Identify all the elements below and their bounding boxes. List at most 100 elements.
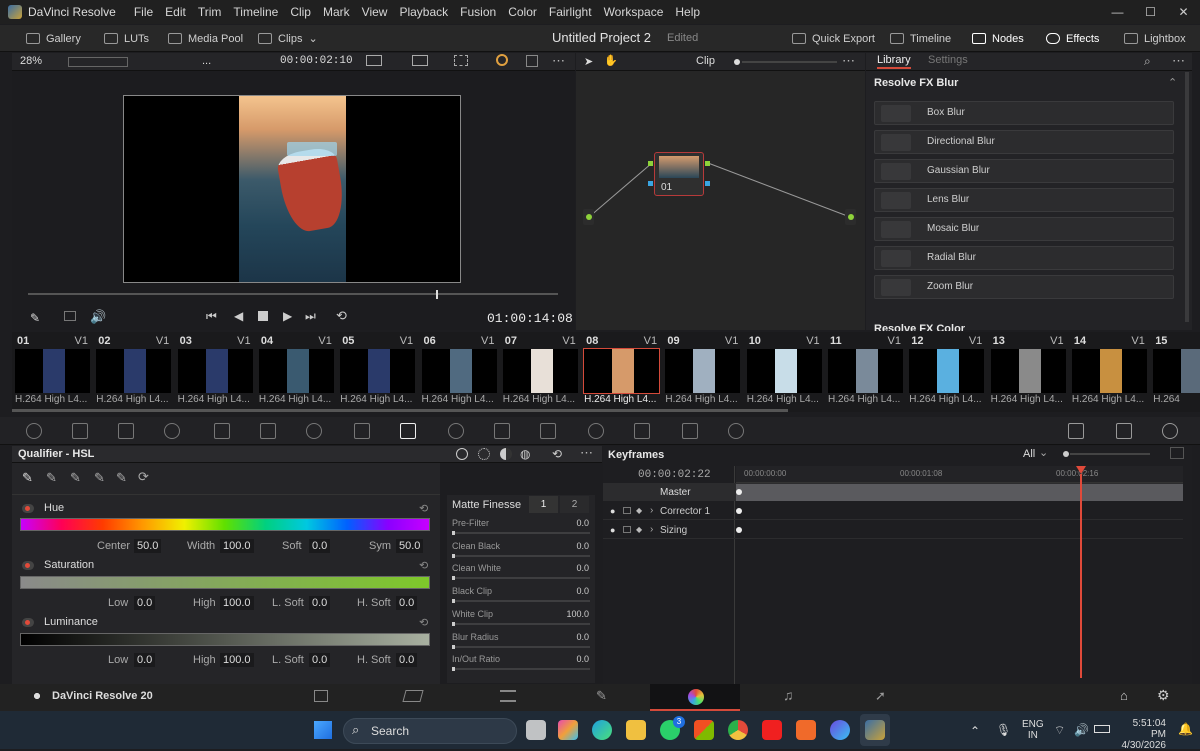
node-zoom-slider-handle[interactable] bbox=[734, 59, 740, 65]
viewer-mode-icon[interactable] bbox=[366, 55, 382, 66]
wifi-icon[interactable]: ⌔ bbox=[1054, 723, 1065, 738]
edge-icon[interactable] bbox=[592, 720, 612, 740]
loop-icon[interactable]: ⟲ bbox=[336, 308, 347, 324]
clip-thumbnail-14[interactable]: 14 V1 H.264 High L4... bbox=[1070, 333, 1149, 407]
nodes-toggle[interactable]: Nodes bbox=[972, 25, 1024, 52]
maximize-button[interactable]: ☐ bbox=[1134, 0, 1167, 24]
luts-button[interactable]: LUTs bbox=[104, 25, 149, 52]
matte-row-value[interactable]: 0.0 bbox=[552, 632, 589, 642]
fusion-page-icon[interactable]: ✎ bbox=[596, 688, 607, 704]
hsl-mode-icon[interactable] bbox=[456, 448, 468, 460]
minimize-button[interactable]: — bbox=[1101, 0, 1134, 24]
safe-area-icon[interactable] bbox=[454, 55, 468, 66]
clips-button[interactable]: Clips ⌄ bbox=[258, 25, 318, 52]
kf-expand-icon[interactable] bbox=[1170, 447, 1184, 459]
luminance-toggle[interactable] bbox=[22, 618, 34, 627]
saturation-toggle[interactable] bbox=[22, 561, 34, 570]
gear-icon[interactable]: ⚙ bbox=[1157, 687, 1170, 704]
clips-scrollbar[interactable] bbox=[12, 409, 788, 412]
clip-thumbnail-15[interactable]: 15 H.264 bbox=[1151, 333, 1200, 407]
rgb-mode-icon[interactable] bbox=[478, 448, 490, 460]
media-page-icon[interactable] bbox=[314, 690, 328, 702]
edit-page-icon[interactable] bbox=[500, 690, 516, 702]
lum-hsoft-input[interactable]: 0.0 bbox=[396, 653, 418, 667]
hue-width-input[interactable]: 100.0 bbox=[220, 539, 254, 553]
play-icon[interactable]: ▶ bbox=[283, 309, 292, 323]
matte-row-slider[interactable] bbox=[452, 553, 590, 558]
kf-enable-dot-icon[interactable]: ● bbox=[610, 525, 615, 535]
menu-color[interactable]: Color bbox=[502, 0, 543, 24]
microphone-icon[interactable]: 🎙 bbox=[996, 723, 1011, 737]
node-output-dot[interactable] bbox=[705, 161, 710, 166]
keyframes-icon[interactable] bbox=[1068, 423, 1084, 439]
matte-row-value[interactable]: 0.0 bbox=[552, 586, 589, 596]
qualifier-more-icon[interactable]: ⋯ bbox=[580, 445, 593, 461]
qualifier-icon[interactable] bbox=[400, 423, 416, 439]
scopes-icon[interactable] bbox=[496, 54, 508, 66]
sat-low-input[interactable]: 0.0 bbox=[134, 596, 156, 610]
fullscreen-icon[interactable] bbox=[526, 55, 538, 67]
task-view-icon[interactable] bbox=[526, 720, 546, 740]
viewer-more-icon[interactable]: ⋯ bbox=[552, 53, 565, 69]
keyframe-dot[interactable] bbox=[736, 508, 742, 514]
menu-playback[interactable]: Playback bbox=[393, 0, 454, 24]
taskbar-search-box[interactable] bbox=[343, 718, 517, 744]
clip-thumbnail-04[interactable]: 04 V1 H.264 High L4... bbox=[257, 333, 336, 407]
kf-enable-dot-icon[interactable]: ● bbox=[610, 506, 615, 516]
language-indicator[interactable]: ENG IN bbox=[1022, 719, 1044, 741]
node-zoom-slider[interactable] bbox=[742, 61, 837, 63]
kf-diamond-icon[interactable]: ◆ bbox=[636, 525, 642, 534]
sat-lsoft-input[interactable]: 0.0 bbox=[309, 596, 331, 610]
fx-directional-blur[interactable]: Directional Blur bbox=[874, 130, 1174, 154]
viewer-options[interactable]: ... bbox=[202, 55, 211, 67]
matte-row-value[interactable]: 0.0 bbox=[552, 518, 589, 528]
skip-back-icon[interactable]: ⏮ bbox=[206, 309, 217, 324]
matte-row-slider[interactable] bbox=[452, 599, 590, 604]
hand-icon[interactable]: ✋ bbox=[604, 54, 618, 67]
zoom-level[interactable]: 28% bbox=[20, 55, 42, 67]
matte-row-slider[interactable] bbox=[452, 531, 590, 535]
blur-icon[interactable] bbox=[588, 423, 604, 439]
matte-row-value[interactable]: 0.0 bbox=[552, 563, 589, 573]
sizing-icon[interactable] bbox=[682, 423, 698, 439]
kf-lock-icon[interactable] bbox=[623, 507, 631, 514]
menu-edit[interactable]: Edit bbox=[159, 0, 192, 24]
clip-thumbnail-01[interactable]: 01 V1 H.264 High L4... bbox=[13, 333, 92, 407]
window-icon[interactable] bbox=[448, 423, 464, 439]
rgb-mixer-icon[interactable] bbox=[214, 423, 230, 439]
lum-high-input[interactable]: 100.0 bbox=[220, 653, 254, 667]
node-key-output-dot[interactable] bbox=[705, 181, 710, 186]
hue-reset-icon[interactable]: ⟲ bbox=[419, 502, 428, 515]
store-icon[interactable] bbox=[694, 720, 714, 740]
picker-icon[interactable]: ✎ bbox=[22, 470, 33, 486]
luma-mode-icon[interactable] bbox=[500, 448, 512, 460]
windows-start-icon[interactable] bbox=[314, 721, 332, 739]
keyframe-dot[interactable] bbox=[736, 527, 742, 533]
tab-library[interactable]: Library bbox=[877, 54, 911, 69]
hue-spectrum-bar[interactable] bbox=[20, 518, 430, 531]
menu-trim[interactable]: Trim bbox=[192, 0, 228, 24]
feather-minus-icon[interactable]: ✎ bbox=[94, 470, 105, 486]
hue-soft-input[interactable]: 0.0 bbox=[309, 539, 331, 553]
clip-thumbnail-09[interactable]: 09 V1 H.264 High L4... bbox=[663, 333, 742, 407]
clip-thumbnail-06[interactable]: 06 V1 H.264 High L4... bbox=[420, 333, 499, 407]
battery-icon[interactable] bbox=[1094, 725, 1110, 733]
matte-row-slider[interactable] bbox=[452, 576, 590, 581]
notification-bell-icon[interactable]: 🔔 bbox=[1178, 722, 1193, 736]
clip-thumbnail-11[interactable]: 11 V1 H.264 High L4... bbox=[826, 333, 905, 407]
fx-box-blur[interactable]: Box Blur bbox=[874, 101, 1174, 125]
menu-clip[interactable]: Clip bbox=[284, 0, 317, 24]
fx-gaussian-blur[interactable]: Gaussian Blur bbox=[874, 159, 1174, 183]
fairlight-page-icon[interactable]: ♫ bbox=[783, 687, 794, 703]
cut-page-icon[interactable] bbox=[402, 690, 424, 702]
effects-toggle[interactable]: Effects bbox=[1046, 25, 1099, 52]
menu-file[interactable]: File bbox=[128, 0, 159, 24]
clip-thumbnail-02[interactable]: 02 V1 H.264 High L4... bbox=[94, 333, 173, 407]
menu-timeline[interactable]: Timeline bbox=[227, 0, 284, 24]
chevron-right-icon[interactable]: › bbox=[650, 524, 653, 535]
kf-zoom-slider[interactable] bbox=[1070, 453, 1150, 455]
menu-workspace[interactable]: Workspace bbox=[598, 0, 670, 24]
chevron-right-icon[interactable]: › bbox=[650, 505, 653, 516]
node-input-dot[interactable] bbox=[648, 161, 653, 166]
output-input-dot[interactable] bbox=[848, 214, 854, 220]
